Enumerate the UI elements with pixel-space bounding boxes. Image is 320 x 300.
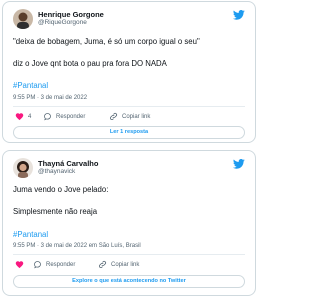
reply-label: Responder — [56, 113, 86, 120]
divider — [13, 106, 245, 107]
like-button[interactable]: 4 — [15, 112, 31, 121]
copy-link-button[interactable]: Copiar link — [98, 260, 139, 269]
tweet-card[interactable]: Henrique Gorgone @RiqueGorgone "deixa de… — [2, 1, 256, 143]
timestamp[interactable]: 9:55 PM · 3 de mai de 2022 — [13, 95, 87, 101]
tweet-header: Thayná Carvalho @thaynavick — [13, 158, 245, 180]
tweet-card[interactable]: Thayná Carvalho @thaynavick Juma vendo o… — [2, 150, 256, 296]
avatar[interactable] — [13, 9, 33, 29]
tweet-text-line: "deixa de bobagem, Juma, é só um corpo i… — [13, 37, 200, 46]
tweet-actions: 4 Responder Copiar link — [13, 112, 245, 124]
user-handle[interactable]: @RiqueGorgone — [38, 19, 87, 26]
display-name[interactable]: Thayná Carvalho — [38, 159, 98, 168]
link-icon — [99, 261, 106, 268]
copy-link-label: Copiar link — [122, 113, 151, 120]
heart-icon — [15, 113, 24, 121]
reply-button[interactable]: Responder — [43, 112, 85, 121]
user-handle[interactable]: @thaynavick — [38, 168, 75, 175]
twitter-bird-icon[interactable] — [233, 10, 245, 20]
reply-button[interactable]: Responder — [33, 260, 75, 269]
reply-icon — [34, 261, 41, 269]
reply-label: Responder — [46, 261, 76, 268]
hashtag-link[interactable]: #Pantanal — [13, 81, 48, 90]
copy-link-button[interactable]: Copiar link — [109, 112, 150, 121]
heart-icon — [15, 261, 24, 269]
tweet-header: Henrique Gorgone @RiqueGorgone — [13, 9, 245, 31]
link-icon — [110, 113, 117, 120]
twitter-bird-icon[interactable] — [233, 159, 245, 169]
like-button[interactable] — [15, 260, 28, 269]
divider — [13, 254, 245, 255]
avatar[interactable] — [13, 158, 33, 178]
copy-link-label: Copiar link — [111, 261, 140, 268]
tweet-text-line: Juma vendo o Jove pelado: — [13, 185, 109, 194]
tweet-actions: Responder Copiar link — [13, 260, 245, 272]
timestamp-location[interactable]: 9:55 PM · 3 de mai de 2022 em São Luís, … — [13, 243, 141, 249]
like-count: 4 — [28, 113, 32, 120]
display-name[interactable]: Henrique Gorgone — [38, 10, 104, 19]
tweet-text-line: Simplesmente não reaja — [13, 207, 98, 216]
read-replies-button[interactable]: Ler 1 resposta — [13, 126, 245, 139]
hashtag-link[interactable]: #Pantanal — [13, 230, 48, 239]
tweet-text-line: diz o Jove qnt bota o pau pra fora DO NA… — [13, 59, 167, 68]
reply-icon — [44, 113, 51, 121]
explore-twitter-button[interactable]: Explore o que está acontecendo no Twitte… — [13, 275, 245, 288]
